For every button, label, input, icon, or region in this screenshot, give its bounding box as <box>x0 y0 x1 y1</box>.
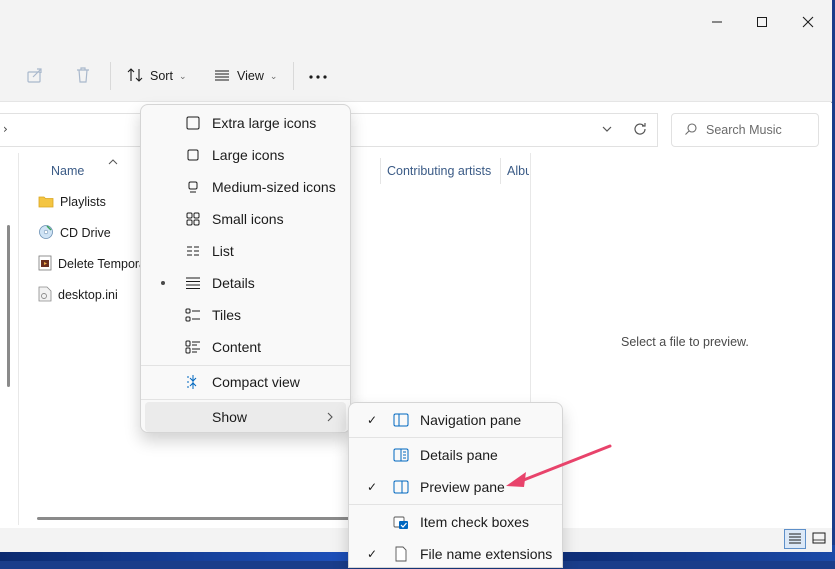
column-header-album[interactable]: Albu <box>507 164 529 178</box>
view-menu: Extra large icons Large icons Medium-siz… <box>140 104 351 433</box>
large-icons-icon <box>183 145 203 165</box>
menu-item-navigation-pane[interactable]: ✓ Navigation pane <box>353 405 558 435</box>
menu-separator <box>141 365 350 366</box>
list-item[interactable]: desktop.ini <box>38 283 118 307</box>
menu-item-list[interactable]: List <box>145 236 346 266</box>
menu-item-compact-view[interactable]: Compact view <box>145 367 346 397</box>
close-icon <box>802 16 814 32</box>
chevron-right-icon <box>326 410 334 426</box>
delete-button[interactable] <box>74 50 92 102</box>
minimize-button[interactable] <box>694 8 740 40</box>
checkmark-icon: ✓ <box>367 547 378 561</box>
selected-bullet-icon <box>161 281 165 285</box>
breadcrumb-chevron-icon: › <box>3 122 8 136</box>
view-button[interactable]: View ⌄ <box>213 50 277 102</box>
see-more-button[interactable] <box>308 50 328 102</box>
delete-icon <box>74 66 92 87</box>
address-dropdown-icon[interactable] <box>601 123 613 138</box>
search-placeholder: Search Music <box>706 123 782 137</box>
menu-item-show[interactable]: Show <box>145 402 346 432</box>
sort-label: Sort <box>150 69 173 83</box>
minimize-icon <box>711 16 723 32</box>
search-input[interactable]: Search Music <box>671 113 819 147</box>
sort-button[interactable]: Sort ⌄ <box>126 50 186 102</box>
annotation-arrow <box>506 444 612 487</box>
large-icons-view-icon <box>812 532 826 547</box>
share-icon <box>26 66 44 87</box>
menu-item-details[interactable]: Details <box>145 268 346 298</box>
checkmark-icon: ✓ <box>367 480 378 494</box>
address-row: › Search Music <box>0 103 832 153</box>
list-item[interactable]: Delete Tempora <box>38 252 140 276</box>
pane-divider <box>18 153 19 525</box>
file-name: Playlists <box>60 195 106 209</box>
chevron-down-icon: ⌄ <box>269 70 278 81</box>
file-name: Delete Tempora <box>58 257 140 271</box>
sort-icon <box>126 66 144 87</box>
menu-item-medium-icons[interactable]: Medium-sized icons <box>145 172 346 202</box>
details-icon <box>183 273 203 293</box>
list-item[interactable]: CD Drive <box>38 221 111 245</box>
preview-pane-icon <box>391 477 411 497</box>
file-name: desktop.ini <box>58 288 118 302</box>
column-header-contributing-artists[interactable]: Contributing artists <box>387 164 491 178</box>
medium-icons-icon <box>183 177 203 197</box>
item-check-boxes-icon <box>391 512 411 532</box>
large-icons-view-toggle[interactable] <box>808 529 830 549</box>
maximize-icon <box>756 16 768 32</box>
details-view-icon <box>788 532 802 547</box>
extra-large-icons-icon <box>183 113 203 133</box>
maximize-button[interactable] <box>739 8 785 40</box>
refresh-icon[interactable] <box>632 121 648 140</box>
navigation-pane-icon <box>391 410 411 430</box>
tiles-icon <box>183 305 203 325</box>
column-header-name[interactable]: Name <box>51 164 84 178</box>
list-icon <box>183 241 203 261</box>
preview-placeholder-text: Select a file to preview. <box>621 335 749 349</box>
checkmark-icon: ✓ <box>367 413 378 427</box>
menu-separator <box>141 399 350 400</box>
cd-drive-icon <box>38 224 54 243</box>
toolbar-divider <box>110 62 111 90</box>
title-bar <box>0 0 832 50</box>
chevron-down-icon: ⌄ <box>178 70 187 81</box>
navigation-scrollbar[interactable] <box>7 225 10 387</box>
menu-item-extra-large-icons[interactable]: Extra large icons <box>145 108 346 138</box>
menu-item-tiles[interactable]: Tiles <box>145 300 346 330</box>
menu-item-small-icons[interactable]: Small icons <box>145 204 346 234</box>
column-divider[interactable] <box>380 158 381 184</box>
content-icon <box>183 337 203 357</box>
close-button[interactable] <box>785 8 831 40</box>
sort-ascending-icon <box>108 154 118 169</box>
file-extensions-icon <box>391 544 411 564</box>
column-divider[interactable] <box>500 158 501 184</box>
view-label: View <box>237 69 264 83</box>
toolbar-divider <box>293 62 294 90</box>
share-button[interactable] <box>26 50 44 102</box>
folder-icon <box>38 194 54 211</box>
more-icon <box>308 69 328 83</box>
settings-file-icon <box>38 286 52 305</box>
details-view-toggle[interactable] <box>784 529 806 549</box>
command-bar: Sort ⌄ View ⌄ <box>0 50 832 102</box>
menu-item-large-icons[interactable]: Large icons <box>145 140 346 170</box>
list-item[interactable]: Playlists <box>38 190 106 214</box>
menu-item-file-name-extensions[interactable]: ✓ File name extensions <box>353 539 558 569</box>
compact-view-icon <box>183 372 203 392</box>
menu-item-item-check-boxes[interactable]: Item check boxes <box>353 507 558 537</box>
menu-item-content[interactable]: Content <box>145 332 346 362</box>
details-pane-icon <box>391 445 411 465</box>
file-name: CD Drive <box>60 226 111 240</box>
small-icons-icon <box>183 209 203 229</box>
view-icon <box>213 66 231 87</box>
search-icon <box>684 122 698 139</box>
media-file-icon <box>38 255 52 274</box>
menu-separator <box>349 437 562 438</box>
menu-separator <box>349 504 562 505</box>
horizontal-scrollbar[interactable] <box>37 517 357 520</box>
